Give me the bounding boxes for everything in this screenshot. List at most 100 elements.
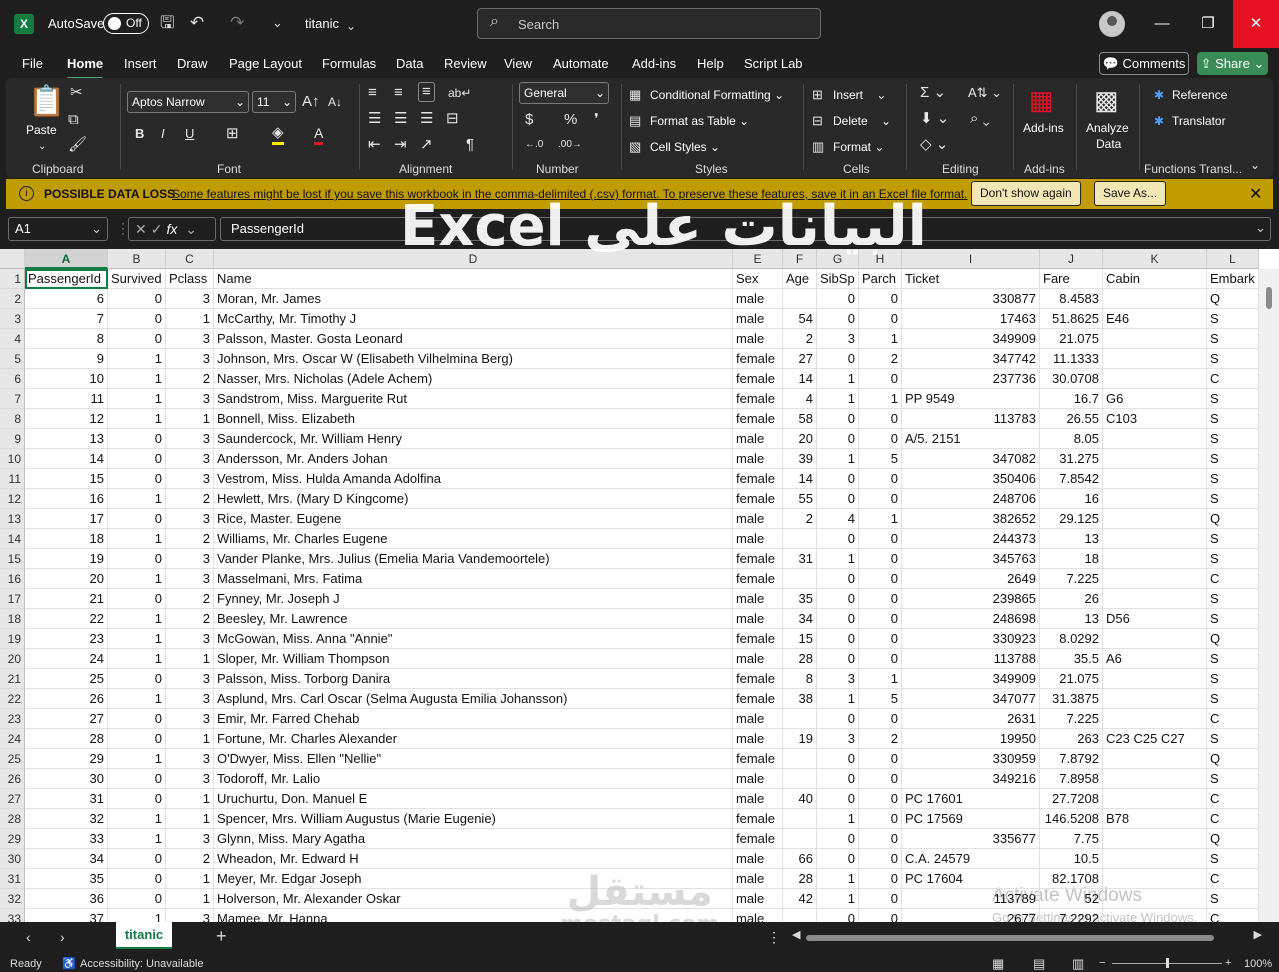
table-cell[interactable]: 18	[25, 529, 108, 549]
add-sheet-icon[interactable]: +	[216, 926, 227, 947]
minimize-icon[interactable]: —	[1139, 0, 1185, 48]
table-cell[interactable]: 12	[25, 409, 108, 429]
table-cell[interactable]: 2	[783, 509, 817, 529]
column-header-B[interactable]: B	[108, 249, 166, 269]
table-cell[interactable]: 0	[817, 789, 859, 809]
row-header[interactable]: 16	[0, 569, 25, 589]
table-cell[interactable]: S	[1207, 389, 1259, 409]
table-cell[interactable]: 3	[166, 689, 214, 709]
table-cell[interactable]: 8.05	[1040, 429, 1103, 449]
decrease-decimal-icon[interactable]: .00→	[558, 136, 582, 154]
table-cell[interactable]: 3	[817, 329, 859, 349]
table-cell[interactable]: 3	[166, 909, 214, 922]
table-cell[interactable]: 21.075	[1040, 329, 1103, 349]
table-cell[interactable]: 0	[817, 349, 859, 369]
table-cell[interactable]: Masselmani, Mrs. Fatima	[214, 569, 733, 589]
table-cell[interactable]: 0	[108, 849, 166, 869]
table-cell[interactable]: 13	[1040, 609, 1103, 629]
row-header[interactable]: 6	[0, 369, 25, 389]
table-cell[interactable]: 14	[783, 469, 817, 489]
zoom-out-icon[interactable]: −	[1099, 957, 1105, 969]
table-cell[interactable]: Williams, Mr. Charles Eugene	[214, 529, 733, 549]
table-cell[interactable]: 0	[859, 749, 902, 769]
sheet-options-icon[interactable]: ⋮	[767, 929, 781, 946]
table-cell[interactable]: 10.5	[1040, 849, 1103, 869]
table-cell[interactable]: 25	[25, 669, 108, 689]
table-cell[interactable]: 3	[166, 349, 214, 369]
copy-icon[interactable]: ⧉	[68, 111, 79, 129]
table-cell[interactable]: male	[733, 769, 783, 789]
table-cell[interactable]: C	[1207, 869, 1259, 889]
table-cell[interactable]: male	[733, 649, 783, 669]
row-header[interactable]: 27	[0, 789, 25, 809]
table-cell[interactable]: 29.125	[1040, 509, 1103, 529]
table-cell[interactable]: 0	[108, 289, 166, 309]
table-cell[interactable]: 1	[817, 809, 859, 829]
undo-icon[interactable]: ↶	[190, 13, 204, 33]
table-cell[interactable]	[1103, 589, 1207, 609]
table-cell[interactable]: 17	[25, 509, 108, 529]
table-cell[interactable]: 3	[166, 549, 214, 569]
table-cell[interactable]: 24	[25, 649, 108, 669]
table-cell[interactable]	[1103, 329, 1207, 349]
table-cell[interactable]: 3	[166, 289, 214, 309]
table-cell[interactable]	[1103, 849, 1207, 869]
select-all-corner[interactable]	[0, 249, 25, 269]
table-cell[interactable]: Sandstrom, Miss. Marguerite Rut	[214, 389, 733, 409]
table-cell[interactable]: female	[733, 489, 783, 509]
table-cell[interactable]: 3	[166, 329, 214, 349]
row-header[interactable]: 23	[0, 709, 25, 729]
table-cell[interactable]: 0	[817, 429, 859, 449]
table-cell[interactable]: PP 9549	[902, 389, 1040, 409]
table-cell[interactable]: 0	[108, 789, 166, 809]
table-cell[interactable]: C103	[1103, 409, 1207, 429]
table-cell[interactable]: 3	[166, 469, 214, 489]
table-cell[interactable]: 40	[783, 789, 817, 809]
table-cell[interactable]: 1	[817, 549, 859, 569]
table-cell[interactable]: Emir, Mr. Farred Chehab	[214, 709, 733, 729]
table-cell[interactable]: Andersson, Mr. Anders Johan	[214, 449, 733, 469]
table-cell[interactable]: 349909	[902, 669, 1040, 689]
table-cell[interactable]	[783, 289, 817, 309]
page-layout-view-icon[interactable]: ▤	[1033, 956, 1045, 972]
table-cell[interactable]: 3	[166, 669, 214, 689]
top-align-icon[interactable]: ≡	[368, 84, 377, 102]
table-cell[interactable]: 1	[108, 909, 166, 922]
table-cell[interactable]: 21.075	[1040, 669, 1103, 689]
table-cell[interactable]: 0	[817, 409, 859, 429]
header-cell[interactable]: PassengerId	[25, 269, 108, 289]
table-cell[interactable]: 7	[25, 309, 108, 329]
zoom-level[interactable]: 100%	[1244, 958, 1272, 970]
table-cell[interactable]: 0	[859, 629, 902, 649]
table-cell[interactable]: 1	[166, 309, 214, 329]
table-cell[interactable]: Palsson, Master. Gosta Leonard	[214, 329, 733, 349]
formula-buttons[interactable]: ✕✓fx ⌄	[128, 217, 216, 241]
table-cell[interactable]: 32	[25, 809, 108, 829]
table-cell[interactable]	[1103, 789, 1207, 809]
row-header[interactable]: 17	[0, 589, 25, 609]
header-cell[interactable]: Survived	[108, 269, 166, 289]
table-cell[interactable]: 3	[166, 709, 214, 729]
table-cell[interactable]: 347742	[902, 349, 1040, 369]
column-header-C[interactable]: C	[166, 249, 214, 269]
table-cell[interactable]: 248698	[902, 609, 1040, 629]
table-cell[interactable]: female	[733, 409, 783, 429]
table-cell[interactable]: S	[1207, 429, 1259, 449]
table-cell[interactable]: male	[733, 709, 783, 729]
table-cell[interactable]: 0	[817, 529, 859, 549]
row-header[interactable]: 7	[0, 389, 25, 409]
scroll-right-icon[interactable]: ▶	[1254, 928, 1262, 941]
tab-review[interactable]: Review	[444, 56, 487, 71]
table-cell[interactable]: 7.8792	[1040, 749, 1103, 769]
comments-button[interactable]: 💬 Comments	[1099, 52, 1189, 75]
table-cell[interactable]: 0	[108, 449, 166, 469]
table-cell[interactable]: 0	[108, 549, 166, 569]
table-cell[interactable]	[1103, 629, 1207, 649]
align-left-icon[interactable]: ☰	[368, 110, 381, 128]
table-cell[interactable]: S	[1207, 689, 1259, 709]
avatar[interactable]	[1099, 11, 1125, 37]
table-cell[interactable]: A6	[1103, 649, 1207, 669]
table-cell[interactable]: 0	[108, 769, 166, 789]
table-cell[interactable]	[783, 829, 817, 849]
row-header[interactable]: 30	[0, 849, 25, 869]
